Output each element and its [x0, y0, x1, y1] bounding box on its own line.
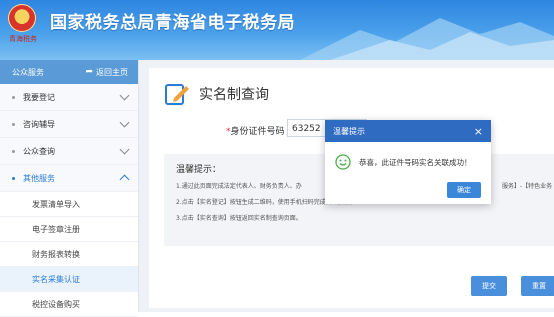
edit-form-icon [165, 84, 189, 105]
sidebar-item-public-query[interactable]: 公众查询 [0, 138, 138, 165]
confirm-button[interactable]: 确定 [447, 182, 481, 198]
dialog-title: 温馨提示 [333, 126, 365, 136]
sidebar-item-label: 我要登记 [23, 92, 55, 102]
chevron-down-icon [119, 144, 130, 155]
site-header: 青海税务 国家税务总局青海省电子税务局 [0, 0, 554, 60]
page-title: 实名制查询 [199, 87, 269, 103]
sidebar-item-other-services[interactable]: 其他服务 [0, 165, 138, 192]
sidebar-subitem-e-signature[interactable]: 电子签章注册 [0, 217, 138, 242]
reset-button[interactable]: 重置 [521, 276, 554, 296]
sidebar-item-consult[interactable]: 咨询辅导 [0, 111, 138, 138]
sidebar-item-label: 咨询辅导 [23, 119, 55, 129]
chevron-down-icon [119, 117, 130, 128]
success-dialog: 温馨提示 × 恭喜，此证件号码实名关联成功！ 确定 [325, 120, 491, 204]
back-home-link[interactable]: ➦ 返回主页 [85, 67, 128, 78]
dialog-body: 恭喜，此证件号码实名关联成功！ [335, 154, 472, 170]
id-number-label: *身份证件号码 [226, 127, 285, 137]
close-icon[interactable]: × [474, 126, 483, 137]
sidebar-item-label: 其他服务 [23, 173, 55, 183]
bullet-icon [12, 122, 15, 126]
sidebar: 公众服务 ➦ 返回主页 我要登记 咨询辅导 公众查询 其他服务 发票清单导入 电… [0, 60, 139, 317]
dialog-header: 温馨提示 × [325, 120, 491, 142]
smile-icon [335, 154, 351, 170]
back-arrow-icon: ➦ [85, 67, 93, 77]
tips-line-1-fragment: 服务】-【特色业务 [502, 183, 553, 190]
sidebar-subitem-report-convert[interactable]: 财务报表转换 [0, 242, 138, 267]
dialog-message: 恭喜，此证件号码实名关联成功！ [359, 157, 472, 167]
sidebar-subitem-realname-auth[interactable]: 实名采集认证 [0, 267, 138, 292]
sidebar-header: 公众服务 ➦ 返回主页 [0, 60, 138, 84]
chevron-down-icon [119, 90, 130, 101]
site-title: 国家税务总局青海省电子税务局 [50, 13, 295, 33]
tax-emblem-logo: 青海税务 [6, 4, 38, 50]
emblem-text: 青海税务 [9, 35, 37, 43]
sidebar-subitem-invoice-import[interactable]: 发票清单导入 [0, 192, 138, 217]
emblem-icon [8, 4, 36, 32]
bullet-icon [12, 149, 15, 153]
bullet-icon [12, 176, 15, 180]
sidebar-subitem-device-purchase[interactable]: 税控设备购买 [0, 292, 138, 317]
back-home-label: 返回主页 [96, 67, 128, 77]
sidebar-item-register[interactable]: 我要登记 [0, 84, 138, 111]
sidebar-section-title: 公众服务 [12, 67, 44, 77]
bullet-icon [12, 95, 15, 99]
submit-button[interactable]: 提交 [471, 276, 507, 296]
chevron-up-icon [119, 174, 130, 185]
tips-line-3: 3.点击【实名查询】按钮返回实名制查询页面。 [176, 215, 302, 222]
sidebar-item-label: 公众查询 [23, 146, 55, 156]
tips-title: 温馨提示： [176, 165, 222, 175]
tips-line-1: 1.通过此页面完成法定代表人、财务负责人、办 [176, 183, 302, 190]
